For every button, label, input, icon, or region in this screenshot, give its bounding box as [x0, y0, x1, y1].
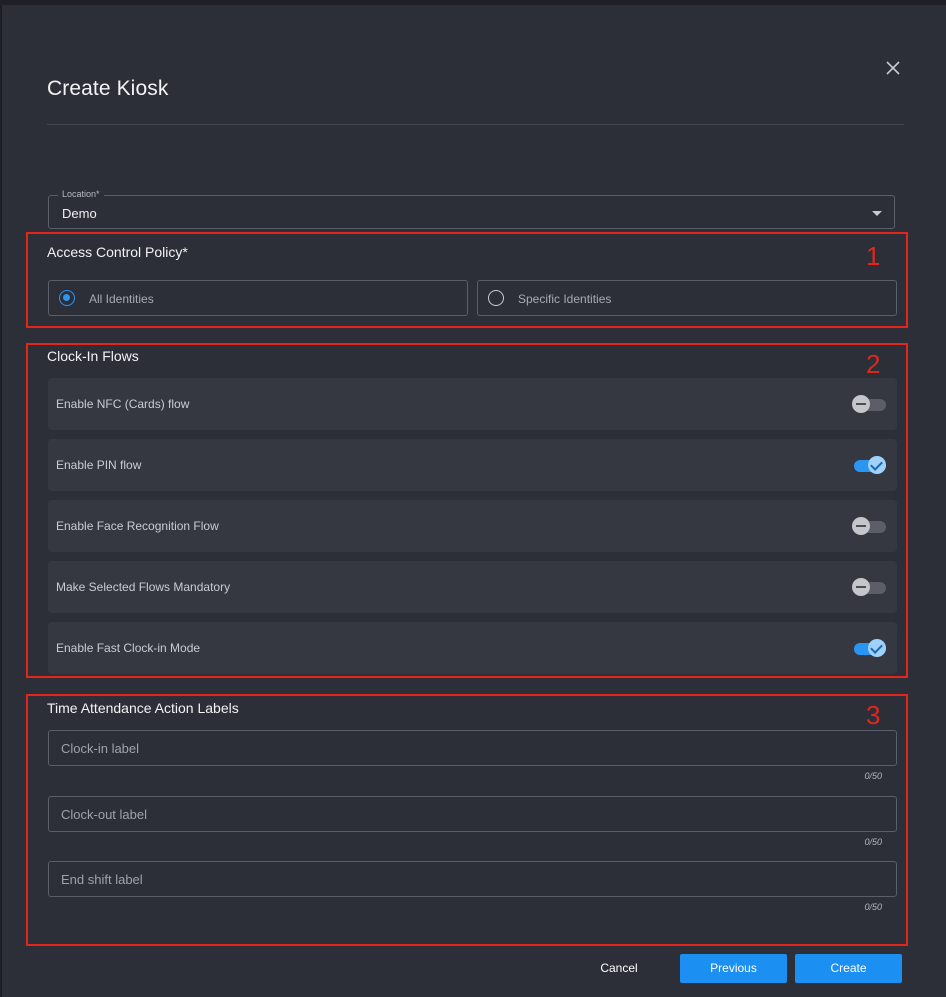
flow-row-mandatory: Make Selected Flows Mandatory	[48, 561, 897, 613]
cancel-button[interactable]: Cancel	[590, 954, 648, 983]
previous-button[interactable]: Previous	[680, 954, 787, 983]
flow-label: Make Selected Flows Mandatory	[56, 580, 231, 594]
nfc-flow-toggle[interactable]	[852, 394, 886, 414]
flow-row-face: Enable Face Recognition Flow	[48, 500, 897, 552]
location-value: Demo	[62, 206, 97, 221]
end-shift-label-input[interactable]	[48, 861, 897, 897]
access-policy-title: Access Control Policy*	[47, 244, 188, 260]
radio-checked-icon	[59, 290, 75, 306]
flow-row-pin: Enable PIN flow	[48, 439, 897, 491]
close-icon[interactable]	[882, 57, 904, 79]
location-label: Location*	[58, 189, 104, 199]
flow-label: Enable Face Recognition Flow	[56, 519, 219, 533]
radio-specific-identities[interactable]: Specific Identities	[477, 280, 897, 316]
dialog-title: Create Kiosk	[47, 77, 169, 100]
flow-label: Enable Fast Clock-in Mode	[56, 641, 201, 655]
annotation-number-3: 3	[866, 700, 881, 730]
location-select[interactable]: Location* Demo	[48, 189, 895, 229]
clock-in-counter: 0/50	[864, 771, 882, 781]
end-shift-counter: 0/50	[864, 902, 882, 912]
flow-label: Enable PIN flow	[56, 458, 142, 472]
annotation-number-1: 1	[866, 241, 881, 271]
radio-unchecked-icon	[488, 290, 504, 306]
flow-label: Enable NFC (Cards) flow	[56, 397, 190, 411]
create-kiosk-dialog: Create Kiosk Location* Demo 1 Access Con…	[1, 5, 946, 997]
title-divider	[47, 124, 904, 125]
chevron-down-icon	[872, 211, 882, 216]
flow-row-fast-clockin: Enable Fast Clock-in Mode	[48, 622, 897, 674]
annotation-number-2: 2	[866, 349, 881, 379]
action-labels-title: Time Attendance Action Labels	[47, 700, 239, 716]
clock-out-counter: 0/50	[864, 837, 882, 847]
clock-out-label-input[interactable]	[48, 796, 897, 832]
radio-label: All Identities	[89, 292, 154, 306]
radio-all-identities[interactable]: All Identities	[48, 280, 468, 316]
mandatory-flows-toggle[interactable]	[852, 577, 886, 597]
flow-row-nfc: Enable NFC (Cards) flow	[48, 378, 897, 430]
fast-clockin-toggle[interactable]	[852, 638, 886, 658]
create-button[interactable]: Create	[795, 954, 902, 983]
face-recognition-toggle[interactable]	[852, 516, 886, 536]
radio-label: Specific Identities	[518, 292, 612, 306]
clock-in-label-input[interactable]	[48, 730, 897, 766]
pin-flow-toggle[interactable]	[852, 455, 886, 475]
clock-in-flows-title: Clock-In Flows	[47, 348, 139, 364]
